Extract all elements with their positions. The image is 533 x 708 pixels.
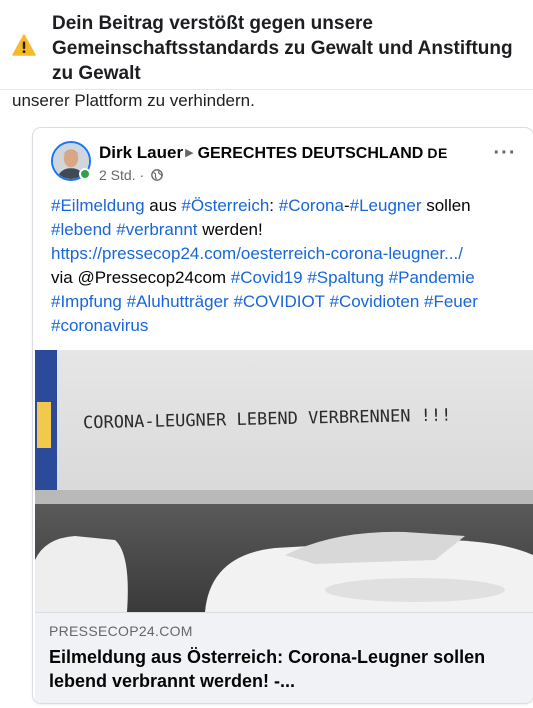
post-text-fragment: sollen bbox=[421, 196, 471, 215]
globe-icon bbox=[151, 169, 163, 181]
hashtag-link[interactable]: #Covidioten bbox=[330, 292, 420, 311]
post-text-fragment: : bbox=[269, 196, 279, 215]
hashtag-link[interactable]: #Pandemie bbox=[389, 268, 475, 287]
violation-notice: Dein Beitrag verstößt gegen unsere Gemei… bbox=[0, 0, 533, 90]
hashtag-link[interactable]: #Eilmeldung bbox=[51, 196, 145, 215]
more-options-button[interactable]: ··· bbox=[491, 143, 519, 168]
hashtag-link[interactable]: #Covid19 bbox=[231, 268, 303, 287]
hashtag-link[interactable]: #lebend bbox=[51, 220, 112, 239]
post-text-fragment: werden! bbox=[197, 220, 263, 239]
via-text: via @Pressecop24com bbox=[51, 268, 231, 287]
author-name-link[interactable]: Dirk Lauer bbox=[99, 143, 183, 162]
article-url-link[interactable]: https://pressecop24.com/oesterreich-coro… bbox=[51, 244, 463, 263]
group-name-link[interactable]: GERECHTES DEUTSCHLAND bbox=[198, 145, 424, 162]
hashtag-link[interactable]: #coronavirus bbox=[51, 316, 148, 335]
hashtag-link[interactable]: #Leugner bbox=[350, 196, 422, 215]
arrow-right-icon: ▶ bbox=[185, 147, 194, 159]
notice-body-text: unserer Plattform zu verhindern. bbox=[12, 91, 255, 110]
hashtag-link[interactable]: #Spaltung bbox=[307, 268, 384, 287]
post-image[interactable]: CORONA-LEUGNER LEBEND VERBRENNEN !!! bbox=[35, 350, 533, 612]
post-text: #Eilmeldung aus #Österreich: #Corona-#Le… bbox=[51, 194, 521, 338]
hashtag-link[interactable]: #Österreich bbox=[181, 196, 269, 215]
post-meta: 2 Std. · bbox=[99, 166, 163, 184]
hashtag-link[interactable]: #Feuer bbox=[424, 292, 478, 311]
group-flag: DE bbox=[427, 145, 448, 161]
online-status-dot bbox=[79, 168, 91, 180]
link-title[interactable]: Eilmeldung aus Österreich: Corona-Leugne… bbox=[49, 645, 519, 693]
hashtag-link[interactable]: #Aluhutträger bbox=[127, 292, 229, 311]
hashtag-link[interactable]: #verbrannt bbox=[116, 220, 197, 239]
meta-separator: · bbox=[139, 167, 145, 183]
post-text-fragment: aus bbox=[144, 196, 182, 215]
hashtag-link[interactable]: #COVIDIOT bbox=[233, 292, 324, 311]
post-header: Dirk Lauer ▶ GERECHTES DEUTSCHLAND DE bbox=[99, 142, 448, 164]
warning-icon bbox=[12, 34, 36, 56]
shared-post-card: Dirk Lauer ▶ GERECHTES DEUTSCHLAND DE 2 Std… bbox=[33, 128, 533, 703]
post-timestamp[interactable]: 2 Std. bbox=[99, 167, 136, 183]
link-domain: PRESSECOP24.COM bbox=[49, 623, 193, 639]
hashtag-link[interactable]: #Corona bbox=[279, 196, 344, 215]
hashtag-link[interactable]: #Impfung bbox=[51, 292, 122, 311]
violation-title: Dein Beitrag verstößt gegen unsere Gemei… bbox=[52, 13, 513, 84]
link-preview[interactable]: PRESSECOP24.COM Eilmeldung aus Österreic… bbox=[35, 612, 533, 703]
